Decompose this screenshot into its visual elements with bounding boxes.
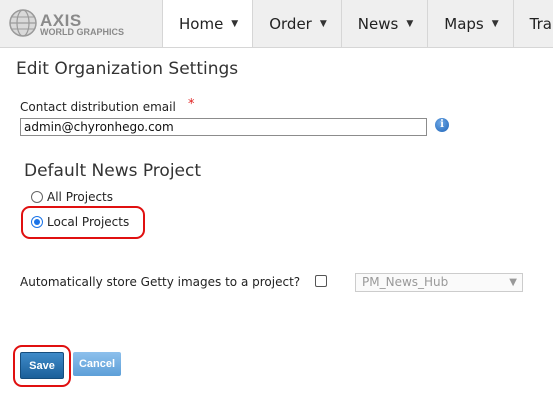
project-select[interactable]: PM_News_Hub ▼ xyxy=(355,273,523,292)
radio-all-projects[interactable]: All Projects xyxy=(31,190,113,204)
getty-label: Automatically store Getty images to a pr… xyxy=(20,275,301,289)
globe-icon xyxy=(9,9,37,37)
nav-tra[interactable]: Tra xyxy=(512,0,553,47)
nav-order[interactable]: Order ▼ xyxy=(252,0,341,47)
nav-home[interactable]: Home ▼ xyxy=(162,0,253,47)
chevron-down-icon: ▼ xyxy=(406,18,414,29)
radio-button[interactable] xyxy=(31,191,43,203)
project-select-value: PM_News_Hub xyxy=(362,275,449,289)
highlight-annotation xyxy=(21,206,145,239)
nav-order-label: Order xyxy=(269,14,312,33)
highlight-annotation xyxy=(13,345,71,387)
chevron-down-icon: ▼ xyxy=(231,18,239,29)
chevron-down-icon: ▼ xyxy=(509,277,517,288)
nav-maps[interactable]: Maps ▼ xyxy=(427,0,512,47)
getty-checkbox[interactable] xyxy=(315,275,327,287)
nav-news[interactable]: News ▼ xyxy=(340,0,427,47)
nav-maps-label: Maps xyxy=(444,14,484,33)
top-navbar: AXIS WORLD GRAPHICS Home ▼ Order ▼ News … xyxy=(0,0,553,48)
email-field[interactable]: admin@chyronhego.com xyxy=(20,118,427,136)
required-marker: * xyxy=(188,97,195,112)
nav-tra-label: Tra xyxy=(529,14,552,33)
page-title: Edit Organization Settings xyxy=(16,59,239,79)
logo-subtitle: WORLD GRAPHICS xyxy=(40,27,124,37)
nav-home-label: Home xyxy=(179,14,224,33)
chevron-down-icon: ▼ xyxy=(491,18,499,29)
news-project-heading: Default News Project xyxy=(24,161,202,181)
chevron-down-icon: ▼ xyxy=(319,18,327,29)
info-icon[interactable]: i xyxy=(435,118,449,132)
axis-logo[interactable]: AXIS WORLD GRAPHICS xyxy=(8,8,138,38)
main-nav: Home ▼ Order ▼ News ▼ Maps ▼ Tra xyxy=(162,0,553,47)
cancel-button[interactable]: Cancel xyxy=(73,352,121,376)
radio-all-projects-label: All Projects xyxy=(47,190,113,204)
email-label: Contact distribution email xyxy=(20,100,176,114)
nav-news-label: News xyxy=(357,14,399,33)
